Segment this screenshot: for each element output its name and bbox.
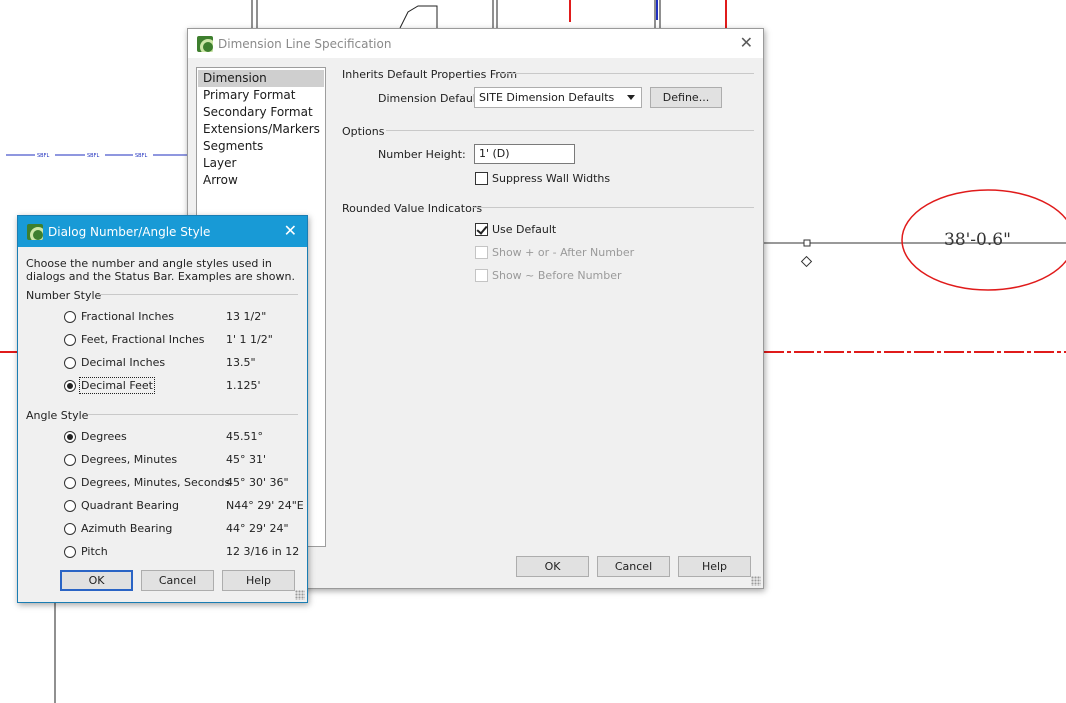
option-label[interactable]: Feet, Fractional Inches <box>81 333 205 346</box>
radio-button[interactable] <box>64 380 76 392</box>
divider <box>473 207 754 208</box>
use-default-checkbox[interactable] <box>475 223 488 236</box>
radio-button[interactable] <box>64 454 76 466</box>
show-plus-minus-label: Show + or - After Number <box>492 246 635 259</box>
radio-button[interactable] <box>64 357 76 369</box>
wall-lines <box>251 0 661 29</box>
dimension-text[interactable]: 38'-0.6" <box>944 230 1011 250</box>
option-label[interactable]: Pitch <box>81 545 108 558</box>
number-angle-style-dialog: Dialog Number/Angle Style ✕ Choose the n… <box>17 215 308 603</box>
option-example: 44° 29' 24" <box>226 522 289 535</box>
titlebar[interactable]: Dialog Number/Angle Style ✕ <box>18 216 307 247</box>
radio-button[interactable] <box>64 523 76 535</box>
option-example: 45.51° <box>226 430 263 443</box>
options-group-title: Options <box>342 125 385 138</box>
option-label[interactable]: Fractional Inches <box>81 310 174 323</box>
dimension-default-dropdown[interactable]: SITE Dimension Defaults <box>474 87 642 108</box>
ok-button[interactable]: OK <box>516 556 589 577</box>
option-example: 45° 30' 36" <box>226 476 289 489</box>
use-default-label: Use Default <box>492 223 557 236</box>
radio-button[interactable] <box>64 431 76 443</box>
checkmark-icon <box>476 223 488 235</box>
dropdown-value: SITE Dimension Defaults <box>479 91 615 104</box>
inherits-group-title: Inherits Default Properties From <box>342 68 518 81</box>
option-label[interactable]: Azimuth Bearing <box>81 522 172 535</box>
option-example: 13.5" <box>226 356 256 369</box>
radio-button[interactable] <box>64 500 76 512</box>
option-label[interactable]: Degrees, Minutes, Seconds <box>81 476 230 489</box>
number-height-label: Number Height: <box>378 148 466 161</box>
define-button[interactable]: Define... <box>650 87 722 108</box>
dialog-title: Dialog Number/Angle Style <box>48 224 211 239</box>
radio-button[interactable] <box>64 477 76 489</box>
show-tilde-checkbox <box>475 269 488 282</box>
divider <box>501 73 754 74</box>
close-icon[interactable]: ✕ <box>284 223 297 239</box>
number-style-title: Number Style <box>26 289 102 302</box>
show-tilde-label: Show ~ Before Number <box>492 269 622 282</box>
nav-item-layer[interactable]: Layer <box>198 155 324 172</box>
radio-button[interactable] <box>64 546 76 558</box>
site-label: SBFL <box>37 153 49 159</box>
chevron-down-icon <box>627 95 635 100</box>
edit-handle[interactable] <box>803 239 811 247</box>
option-example: 45° 31' <box>226 453 267 466</box>
site-label: SBFL <box>135 153 147 159</box>
option-example: 1.125' <box>226 379 261 392</box>
option-label[interactable]: Decimal Feet <box>79 377 155 394</box>
divider <box>88 414 298 415</box>
rounded-group-title: Rounded Value Indicators <box>342 202 483 215</box>
option-label[interactable]: Degrees, Minutes <box>81 453 177 466</box>
nav-item-segments[interactable]: Segments <box>198 138 324 155</box>
angle-style-title: Angle Style <box>26 409 89 422</box>
radio-button[interactable] <box>64 334 76 346</box>
nav-item-secondary-format[interactable]: Secondary Format <box>198 104 324 121</box>
show-plus-minus-checkbox <box>475 246 488 259</box>
resize-grip[interactable] <box>295 590 305 600</box>
nav-item-extensions-markers[interactable]: Extensions/Markers <box>198 121 324 138</box>
suppress-wall-widths-label: Suppress Wall Widths <box>492 172 611 185</box>
help-button[interactable]: Help <box>678 556 751 577</box>
dimension-default-label: Dimension Default: <box>378 92 484 105</box>
radio-button[interactable] <box>64 311 76 323</box>
dialog-description: Choose the number and angle styles used … <box>26 257 295 283</box>
site-label: SBFL <box>87 153 99 159</box>
titlebar[interactable]: Dimension Line Specification ✕ <box>188 29 763 58</box>
option-example: 13 1/2" <box>226 310 267 323</box>
option-label[interactable]: Degrees <box>81 430 127 443</box>
option-example: 12 3/16 in 12 <box>226 545 300 558</box>
nav-item-primary-format[interactable]: Primary Format <box>198 87 324 104</box>
option-example: N44° 29' 24"E <box>226 499 304 512</box>
diamond-handle[interactable] <box>800 255 813 268</box>
resize-grip[interactable] <box>751 576 761 586</box>
ok-button[interactable]: OK <box>60 570 133 591</box>
option-label[interactable]: Decimal Inches <box>81 356 165 369</box>
number-height-input[interactable]: 1' (D) <box>474 144 575 164</box>
suppress-wall-widths-checkbox[interactable] <box>475 172 488 185</box>
cancel-button[interactable]: Cancel <box>141 570 214 591</box>
cancel-button[interactable]: Cancel <box>597 556 670 577</box>
divider <box>386 130 754 131</box>
dialog-title: Dimension Line Specification <box>218 36 392 51</box>
nav-item-dimension[interactable]: Dimension <box>198 70 324 87</box>
option-example: 1' 1 1/2" <box>226 333 273 346</box>
close-icon[interactable]: ✕ <box>740 35 753 51</box>
divider <box>98 294 298 295</box>
app-logo-icon <box>197 35 213 52</box>
help-button[interactable]: Help <box>222 570 295 591</box>
nav-item-arrow[interactable]: Arrow <box>198 172 324 189</box>
option-label[interactable]: Quadrant Bearing <box>81 499 179 512</box>
app-logo-icon <box>27 223 43 240</box>
